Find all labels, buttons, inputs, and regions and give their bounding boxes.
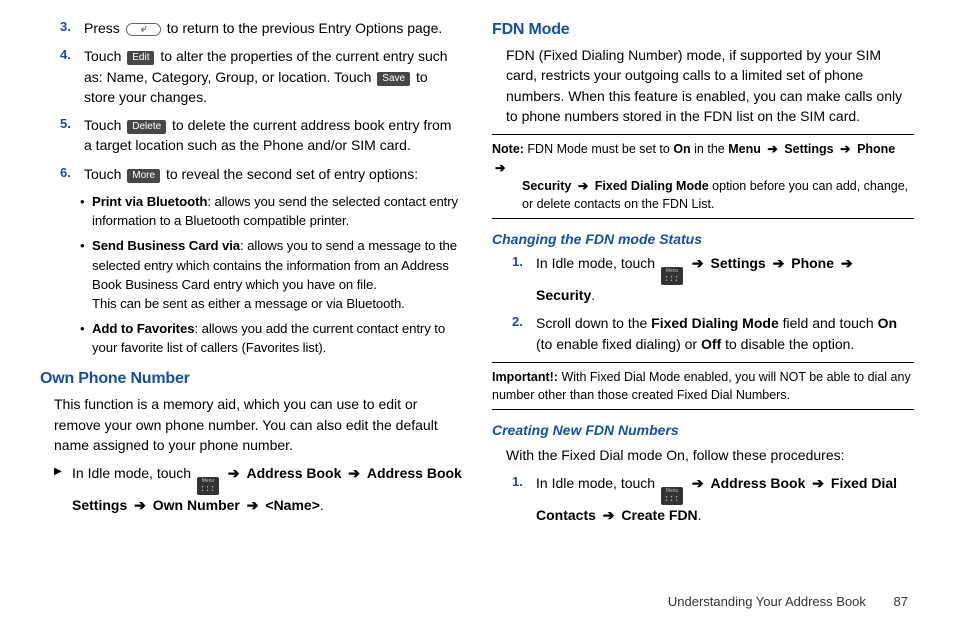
step-text: Scroll down to the	[536, 315, 651, 331]
step-text: to return to the previous Entry Options …	[167, 20, 443, 36]
path-item: Menu	[728, 142, 761, 156]
save-button-icon: Save	[377, 72, 410, 86]
steps-list-chg: 1. In Idle mode, touch Menu ➔ Settings ➔…	[492, 253, 914, 354]
path-item: Settings	[710, 255, 765, 271]
path-item: Address Book	[246, 465, 341, 481]
page-number: 87	[894, 594, 908, 609]
menu-icon: Menu	[661, 267, 683, 285]
step-text: In Idle mode, touch	[536, 255, 659, 271]
left-column: 3. Press ⤶ to return to the previous Ent…	[40, 18, 462, 588]
back-icon: ⤶	[126, 23, 161, 36]
step-number: 5.	[60, 115, 71, 134]
note-text: in the	[691, 142, 729, 156]
steps-list-left: 3. Press ⤶ to return to the previous Ent…	[40, 18, 462, 184]
important-box: Important!: With Fixed Dial Mode enabled…	[492, 362, 914, 410]
step-5: 5. Touch Delete to delete the current ad…	[60, 115, 462, 156]
path-item: Security	[522, 179, 571, 193]
step-6: 6. Touch More to reveal the second set o…	[60, 164, 462, 184]
own-phone-step: In Idle mode, touch Menu ➔ Address Book …	[40, 463, 462, 515]
steps-list-cre: 1. In Idle mode, touch Menu ➔ Address Bo…	[492, 473, 914, 525]
step-number: 1.	[512, 253, 523, 272]
step-number: 1.	[512, 473, 523, 492]
step-text: (to enable fixed dialing) or	[536, 336, 701, 352]
arrow-icon: ➔	[247, 497, 259, 513]
own-phone-body: This function is a memory aid, which you…	[54, 394, 462, 455]
page-content: 3. Press ⤶ to return to the previous Ent…	[0, 0, 954, 588]
path-item: Security	[536, 287, 591, 303]
delete-button-icon: Delete	[127, 120, 166, 134]
right-column: FDN Mode FDN (Fixed Dialing Number) mode…	[492, 18, 914, 588]
step-number: 3.	[60, 18, 71, 37]
bullet-text-line2: This can be sent as either a message or …	[92, 296, 405, 311]
arrow-icon: ➔	[578, 179, 588, 193]
creating-fdn-body: With the Fixed Dial mode On, follow thes…	[506, 445, 914, 465]
step-number: 2.	[512, 313, 523, 332]
menu-icon: Menu	[197, 477, 219, 495]
important-lead: Important!:	[492, 370, 558, 384]
note-on: On	[673, 142, 690, 156]
page-footer: Understanding Your Address Book 87	[668, 593, 908, 612]
bullet-print-bt: Print via Bluetooth: allows you send the…	[82, 192, 462, 230]
arrow-icon: ➔	[773, 255, 785, 271]
arrow-icon: ➔	[767, 142, 777, 156]
path-item: Own Number	[153, 497, 240, 513]
step-text: Touch	[84, 117, 125, 133]
cre-step-1: 1. In Idle mode, touch Menu ➔ Address Bo…	[512, 473, 914, 525]
step-text: Touch	[84, 48, 125, 64]
path-item: Create FDN	[621, 507, 697, 523]
step-3: 3. Press ⤶ to return to the previous Ent…	[60, 18, 462, 38]
arrow-icon: ➔	[603, 507, 615, 523]
bullet-add-fav: Add to Favorites: allows you add the cur…	[82, 319, 462, 357]
off-label: Off	[701, 336, 721, 352]
step-text: Touch	[84, 166, 125, 182]
bullet-send-card: Send Business Card via: allows you to se…	[82, 236, 462, 313]
arrow-icon: ➔	[812, 475, 824, 491]
path-item: Settings	[784, 142, 833, 156]
menu-icon: Menu	[661, 487, 683, 505]
arrow-icon: ➔	[495, 161, 505, 175]
creating-fdn-heading: Creating New FDN Numbers	[492, 420, 914, 440]
chg-step-1: 1. In Idle mode, touch Menu ➔ Settings ➔…	[512, 253, 914, 305]
edit-button-icon: Edit	[127, 51, 154, 65]
arrow-icon: ➔	[348, 465, 360, 481]
bullet-label: Print via Bluetooth	[92, 194, 207, 209]
path-item: <Name>	[265, 497, 319, 513]
path-item: Phone	[791, 255, 834, 271]
changing-fdn-heading: Changing the FDN mode Status	[492, 229, 914, 249]
options-bullets: Print via Bluetooth: allows you send the…	[60, 192, 462, 357]
note-cont: Security ➔ Fixed Dialing Mode option bef…	[522, 177, 914, 213]
step-text: Press	[84, 20, 124, 36]
bullet-label: Send Business Card via	[92, 238, 240, 253]
path-item: Address Book	[710, 475, 805, 491]
step-text: to reveal the second set of entry option…	[166, 166, 418, 182]
arrow-icon: ➔	[228, 465, 240, 481]
step-text: to disable the option.	[721, 336, 854, 352]
arrow-icon: ➔	[134, 497, 146, 513]
step-text: field and touch	[779, 315, 878, 331]
more-button-icon: More	[127, 169, 160, 183]
path-item: Fixed Dialing Mode	[595, 179, 709, 193]
step-number: 6.	[60, 164, 71, 183]
chg-step-2: 2. Scroll down to the Fixed Dialing Mode…	[512, 313, 914, 354]
step-number: 4.	[60, 46, 71, 65]
arrow-icon: ➔	[692, 255, 704, 271]
step-4: 4. Touch Edit to alter the properties of…	[60, 46, 462, 107]
arrow-icon: ➔	[841, 255, 853, 271]
bullet-label: Add to Favorites	[92, 321, 194, 336]
path-item: Phone	[857, 142, 895, 156]
own-phone-heading: Own Phone Number	[40, 367, 462, 390]
step-text: In Idle mode, touch	[72, 465, 195, 481]
fdm-label: Fixed Dialing Mode	[651, 315, 779, 331]
arrow-icon: ➔	[692, 475, 704, 491]
fdn-mode-body: FDN (Fixed Dialing Number) mode, if supp…	[506, 45, 914, 126]
step-text: In Idle mode, touch	[536, 475, 659, 491]
fdn-mode-heading: FDN Mode	[492, 18, 914, 41]
note-text: FDN Mode must be set to	[524, 142, 673, 156]
arrow-icon: ➔	[840, 142, 850, 156]
footer-label: Understanding Your Address Book	[668, 594, 866, 609]
on-label: On	[878, 315, 897, 331]
note-box: Note: FDN Mode must be set to On in the …	[492, 134, 914, 219]
note-lead: Note:	[492, 142, 524, 156]
